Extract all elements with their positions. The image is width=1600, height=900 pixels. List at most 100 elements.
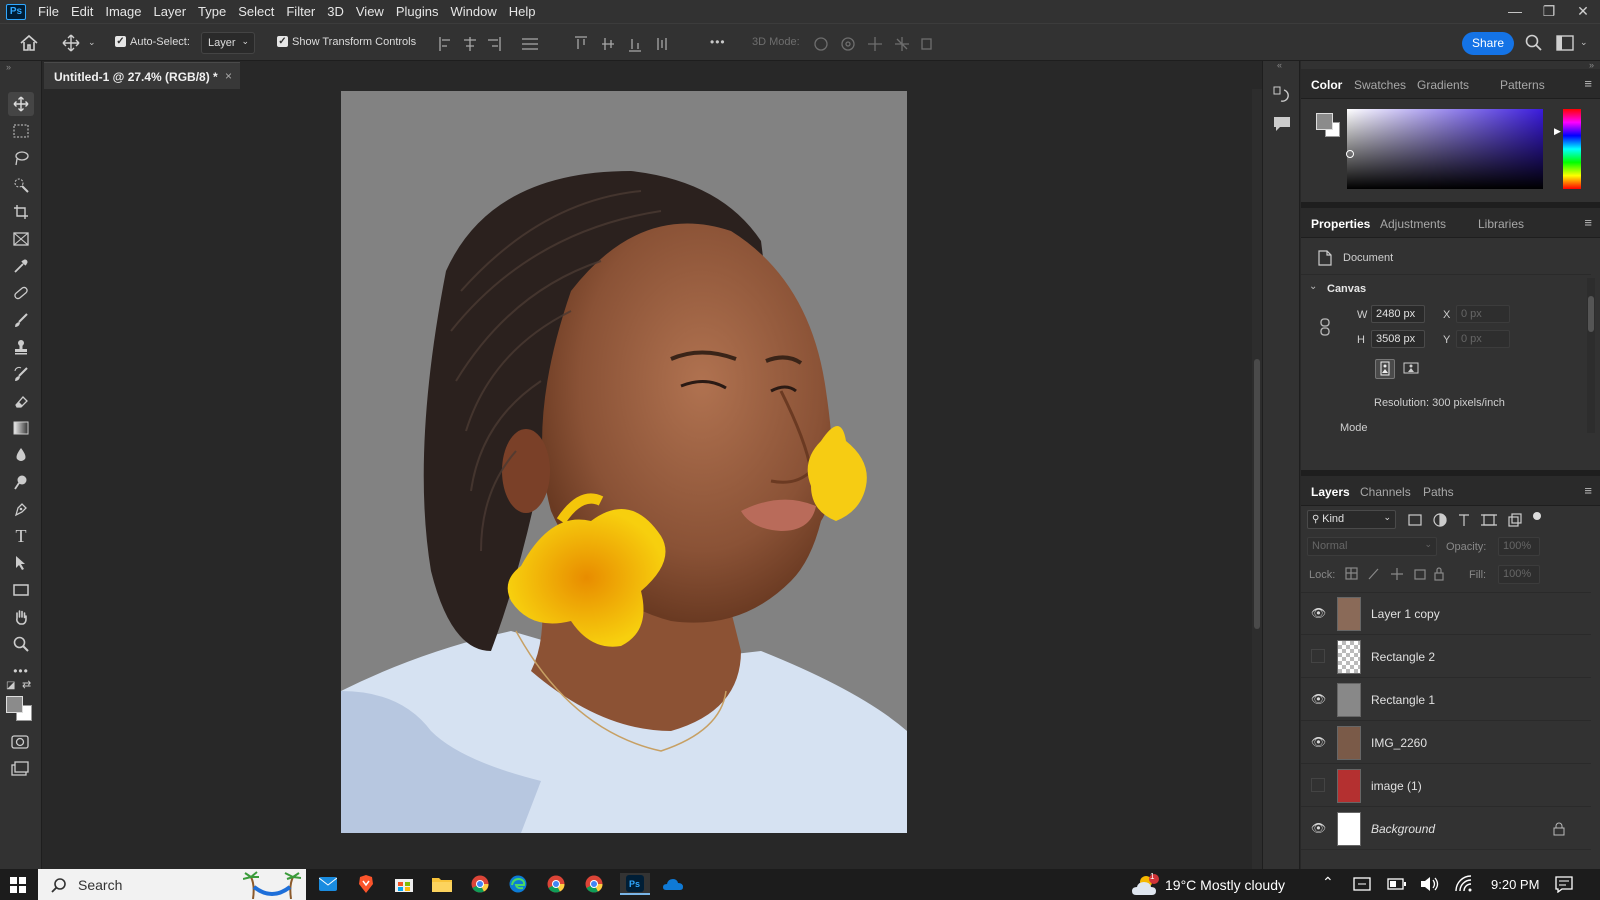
menu-view[interactable]: View (350, 0, 390, 23)
quick-mask-icon[interactable] (11, 735, 29, 749)
menu-layer[interactable]: Layer (148, 0, 193, 23)
tab-properties[interactable]: Properties (1311, 217, 1370, 231)
foreground-color-swatch[interactable] (1316, 113, 1333, 130)
menu-file[interactable]: File (32, 0, 65, 23)
file-explorer-icon[interactable] (430, 873, 454, 895)
battery-icon[interactable] (1387, 877, 1407, 891)
gradient-icon[interactable] (8, 416, 34, 440)
chrome-profile-2-icon[interactable] (582, 873, 606, 895)
blur-icon[interactable] (8, 443, 34, 467)
comments-panel-icon[interactable] (1273, 116, 1291, 132)
home-icon[interactable] (19, 34, 39, 52)
default-colors-icon[interactable]: ◪ (6, 680, 15, 691)
onedrive-icon[interactable] (661, 873, 685, 895)
weather-cloudy-icon[interactable] (1132, 873, 1160, 897)
auto-select-checkbox[interactable]: ✓ (115, 36, 126, 47)
canvas-vertical-scrollbar[interactable] (1252, 89, 1262, 869)
more-options-button[interactable]: ••• (710, 35, 726, 49)
show-transform-controls-checkbox[interactable]: ✓ (277, 36, 288, 47)
workspace-icon[interactable] (1556, 35, 1574, 51)
tab-gradients[interactable]: Gradients (1417, 78, 1469, 92)
rectangular-marquee-icon[interactable] (8, 119, 34, 143)
history-brush-icon[interactable] (8, 362, 34, 386)
share-button[interactable]: Share (1462, 32, 1514, 55)
lock-icon[interactable] (1553, 822, 1565, 836)
tab-swatches[interactable]: Swatches (1354, 78, 1406, 92)
menu-window[interactable]: Window (444, 0, 502, 23)
layer-row[interactable]: 👁 Background (1301, 808, 1591, 850)
menu-image[interactable]: Image (99, 0, 147, 23)
tab-channels[interactable]: Channels (1360, 485, 1411, 499)
crop-icon[interactable] (8, 200, 34, 224)
chevron-down-icon[interactable]: ⌄ (88, 37, 96, 48)
tab-paths[interactable]: Paths (1423, 485, 1454, 499)
clock-time[interactable]: 9:20 PM (1491, 877, 1539, 892)
rectangle-icon[interactable] (8, 578, 34, 602)
auto-select-target-dropdown[interactable]: Layer ⌄ (201, 32, 255, 54)
menu-filter[interactable]: Filter (280, 0, 321, 23)
visibility-toggle-off[interactable] (1311, 649, 1325, 663)
close-tab-icon[interactable]: × (225, 69, 232, 83)
layer-row[interactable]: 👁 Rectangle 1 (1301, 679, 1591, 721)
color-field[interactable] (1347, 109, 1543, 189)
quick-selection-icon[interactable] (8, 173, 34, 197)
hue-slider[interactable] (1563, 109, 1581, 189)
lock-option-icons[interactable] (1345, 567, 1445, 581)
eyedropper-icon[interactable] (8, 254, 34, 278)
taskbar-search-box[interactable]: Search (38, 869, 306, 900)
mail-app-icon[interactable] (316, 873, 340, 895)
tab-patterns[interactable]: Patterns (1500, 78, 1545, 92)
tablet-mode-icon[interactable] (1353, 876, 1371, 892)
panel-menu-icon[interactable]: ≡ (1584, 483, 1592, 498)
path-selection-icon[interactable] (8, 551, 34, 575)
portrait-orientation-button[interactable] (1375, 359, 1395, 379)
move-tool-icon[interactable] (8, 92, 34, 116)
scrollbar-thumb[interactable] (1254, 359, 1260, 629)
color-picker-cursor[interactable] (1346, 150, 1354, 158)
panel-menu-icon[interactable]: ≡ (1584, 76, 1592, 91)
collapse-icon[interactable]: » (6, 62, 11, 72)
visibility-eye-icon[interactable]: 👁 (1311, 821, 1326, 835)
properties-scrollbar[interactable] (1587, 278, 1595, 433)
clone-stamp-icon[interactable] (8, 335, 34, 359)
visibility-eye-icon[interactable]: 👁 (1311, 606, 1326, 620)
brave-browser-icon[interactable] (354, 873, 378, 895)
search-icon[interactable] (1525, 34, 1543, 52)
collapse-icon[interactable]: « (1277, 60, 1282, 70)
panel-menu-icon[interactable]: ≡ (1584, 215, 1592, 230)
hand-icon[interactable] (8, 605, 34, 629)
document-canvas[interactable] (341, 91, 907, 833)
frame-icon[interactable] (8, 227, 34, 251)
foreground-color-swatch[interactable] (6, 696, 23, 713)
layer-row[interactable]: 👁 Layer 1 copy (1301, 593, 1591, 635)
lasso-icon[interactable] (8, 146, 34, 170)
screen-mode-icon[interactable] (11, 761, 29, 777)
chevron-down-icon[interactable]: ⌄ (1580, 37, 1588, 48)
menu-plugins[interactable]: Plugins (390, 0, 445, 23)
layer-filter-kind[interactable]: ⚲ Kind ⌄ (1307, 510, 1396, 529)
chrome-icon[interactable] (468, 873, 492, 895)
minimize-button[interactable]: — (1498, 0, 1532, 23)
tab-adjustments[interactable]: Adjustments (1380, 217, 1446, 231)
align-buttons-group[interactable] (438, 36, 548, 52)
x-field[interactable]: 0 px (1456, 305, 1510, 323)
chrome-profile-icon[interactable] (544, 873, 568, 895)
dodge-icon[interactable] (8, 470, 34, 494)
hue-slider-handle[interactable]: ▶ (1554, 126, 1561, 137)
visibility-eye-icon[interactable]: 👁 (1311, 735, 1326, 749)
photoshop-logo-icon[interactable]: Ps (6, 3, 26, 20)
blend-mode-dropdown[interactable]: Normal ⌄ (1307, 537, 1437, 556)
distribute-buttons-group[interactable] (574, 36, 678, 52)
tab-color[interactable]: Color (1311, 78, 1342, 92)
layer-row[interactable]: Rectangle 2 (1301, 636, 1591, 678)
menu-3d[interactable]: 3D (321, 0, 350, 23)
notifications-icon[interactable] (1555, 876, 1573, 893)
chevron-down-icon[interactable]: ⌄ (1309, 281, 1317, 292)
menu-help[interactable]: Help (503, 0, 542, 23)
edge-browser-icon[interactable] (506, 873, 530, 895)
visibility-eye-icon[interactable]: 👁 (1311, 692, 1326, 706)
chevron-up-icon[interactable]: ⌃ (1322, 874, 1334, 891)
document-tab[interactable]: Untitled-1 @ 27.4% (RGB/8) * × (44, 62, 240, 89)
menu-select[interactable]: Select (232, 0, 280, 23)
visibility-toggle-off[interactable] (1311, 778, 1325, 792)
